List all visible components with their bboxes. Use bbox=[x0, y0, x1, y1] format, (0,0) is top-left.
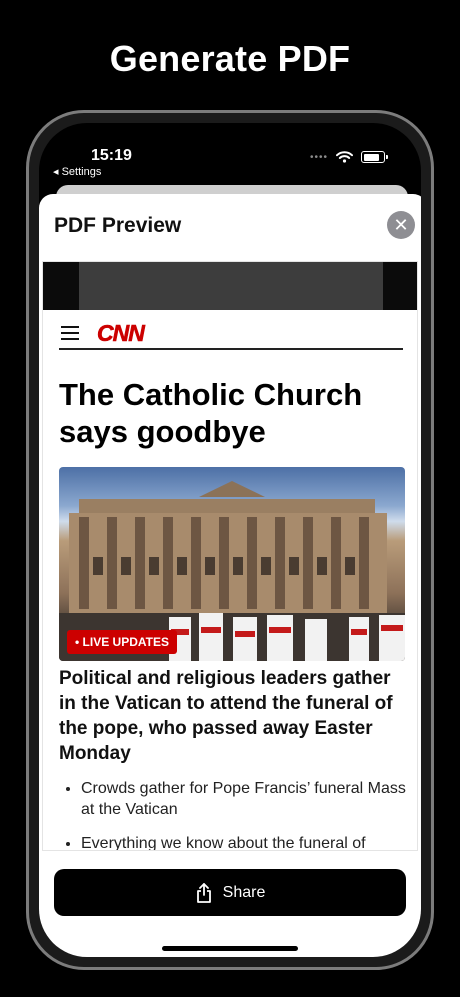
share-icon bbox=[196, 882, 211, 903]
wifi-icon bbox=[336, 151, 353, 163]
article-headline: The Catholic Church says goodbye bbox=[59, 377, 363, 449]
article-bullets: Crowds gather for Pope Francis’ funeral … bbox=[59, 778, 417, 850]
share-label: Share bbox=[222, 883, 266, 901]
page-top-bar bbox=[43, 262, 417, 310]
back-to-settings-link[interactable]: ◂ Settings bbox=[53, 165, 101, 178]
close-button[interactable]: ✕ bbox=[387, 211, 415, 239]
status-time: 15:19 bbox=[91, 147, 132, 164]
battery-icon bbox=[361, 151, 388, 163]
page-title: Generate PDF bbox=[109, 38, 351, 79]
signal-icon: •••• bbox=[309, 151, 328, 163]
page-top-bar-inner bbox=[79, 262, 383, 310]
sheet-title: PDF Preview bbox=[54, 214, 182, 237]
article-hero-image: • LIVE UPDATES bbox=[59, 467, 405, 661]
bullet-item[interactable]: Everything we know about the funeral of bbox=[81, 833, 417, 850]
close-icon: ✕ bbox=[393, 214, 409, 235]
article-header: CNN bbox=[59, 320, 403, 350]
share-button[interactable]: Share bbox=[54, 869, 406, 916]
cnn-logo: CNN bbox=[97, 320, 145, 347]
pdf-preview-sheet: PDF Preview ✕ CNN The Catholic Church sa… bbox=[39, 194, 421, 957]
pdf-preview[interactable]: CNN The Catholic Church says goodbye • L… bbox=[42, 261, 418, 851]
live-updates-badge: • LIVE UPDATES bbox=[67, 630, 177, 654]
bullet-item[interactable]: Crowds gather for Pope Francis’ funeral … bbox=[81, 778, 417, 820]
home-indicator bbox=[162, 946, 298, 951]
menu-icon bbox=[61, 326, 79, 340]
phone-screen: 15:19 ◂ Settings •••• PDF Preview ✕ CNN … bbox=[39, 123, 421, 957]
status-icons: •••• bbox=[309, 151, 388, 163]
phone-frame: 15:19 ◂ Settings •••• PDF Preview ✕ CNN … bbox=[26, 110, 434, 970]
article-subheadline: Political and religious leaders gather i… bbox=[59, 668, 393, 764]
